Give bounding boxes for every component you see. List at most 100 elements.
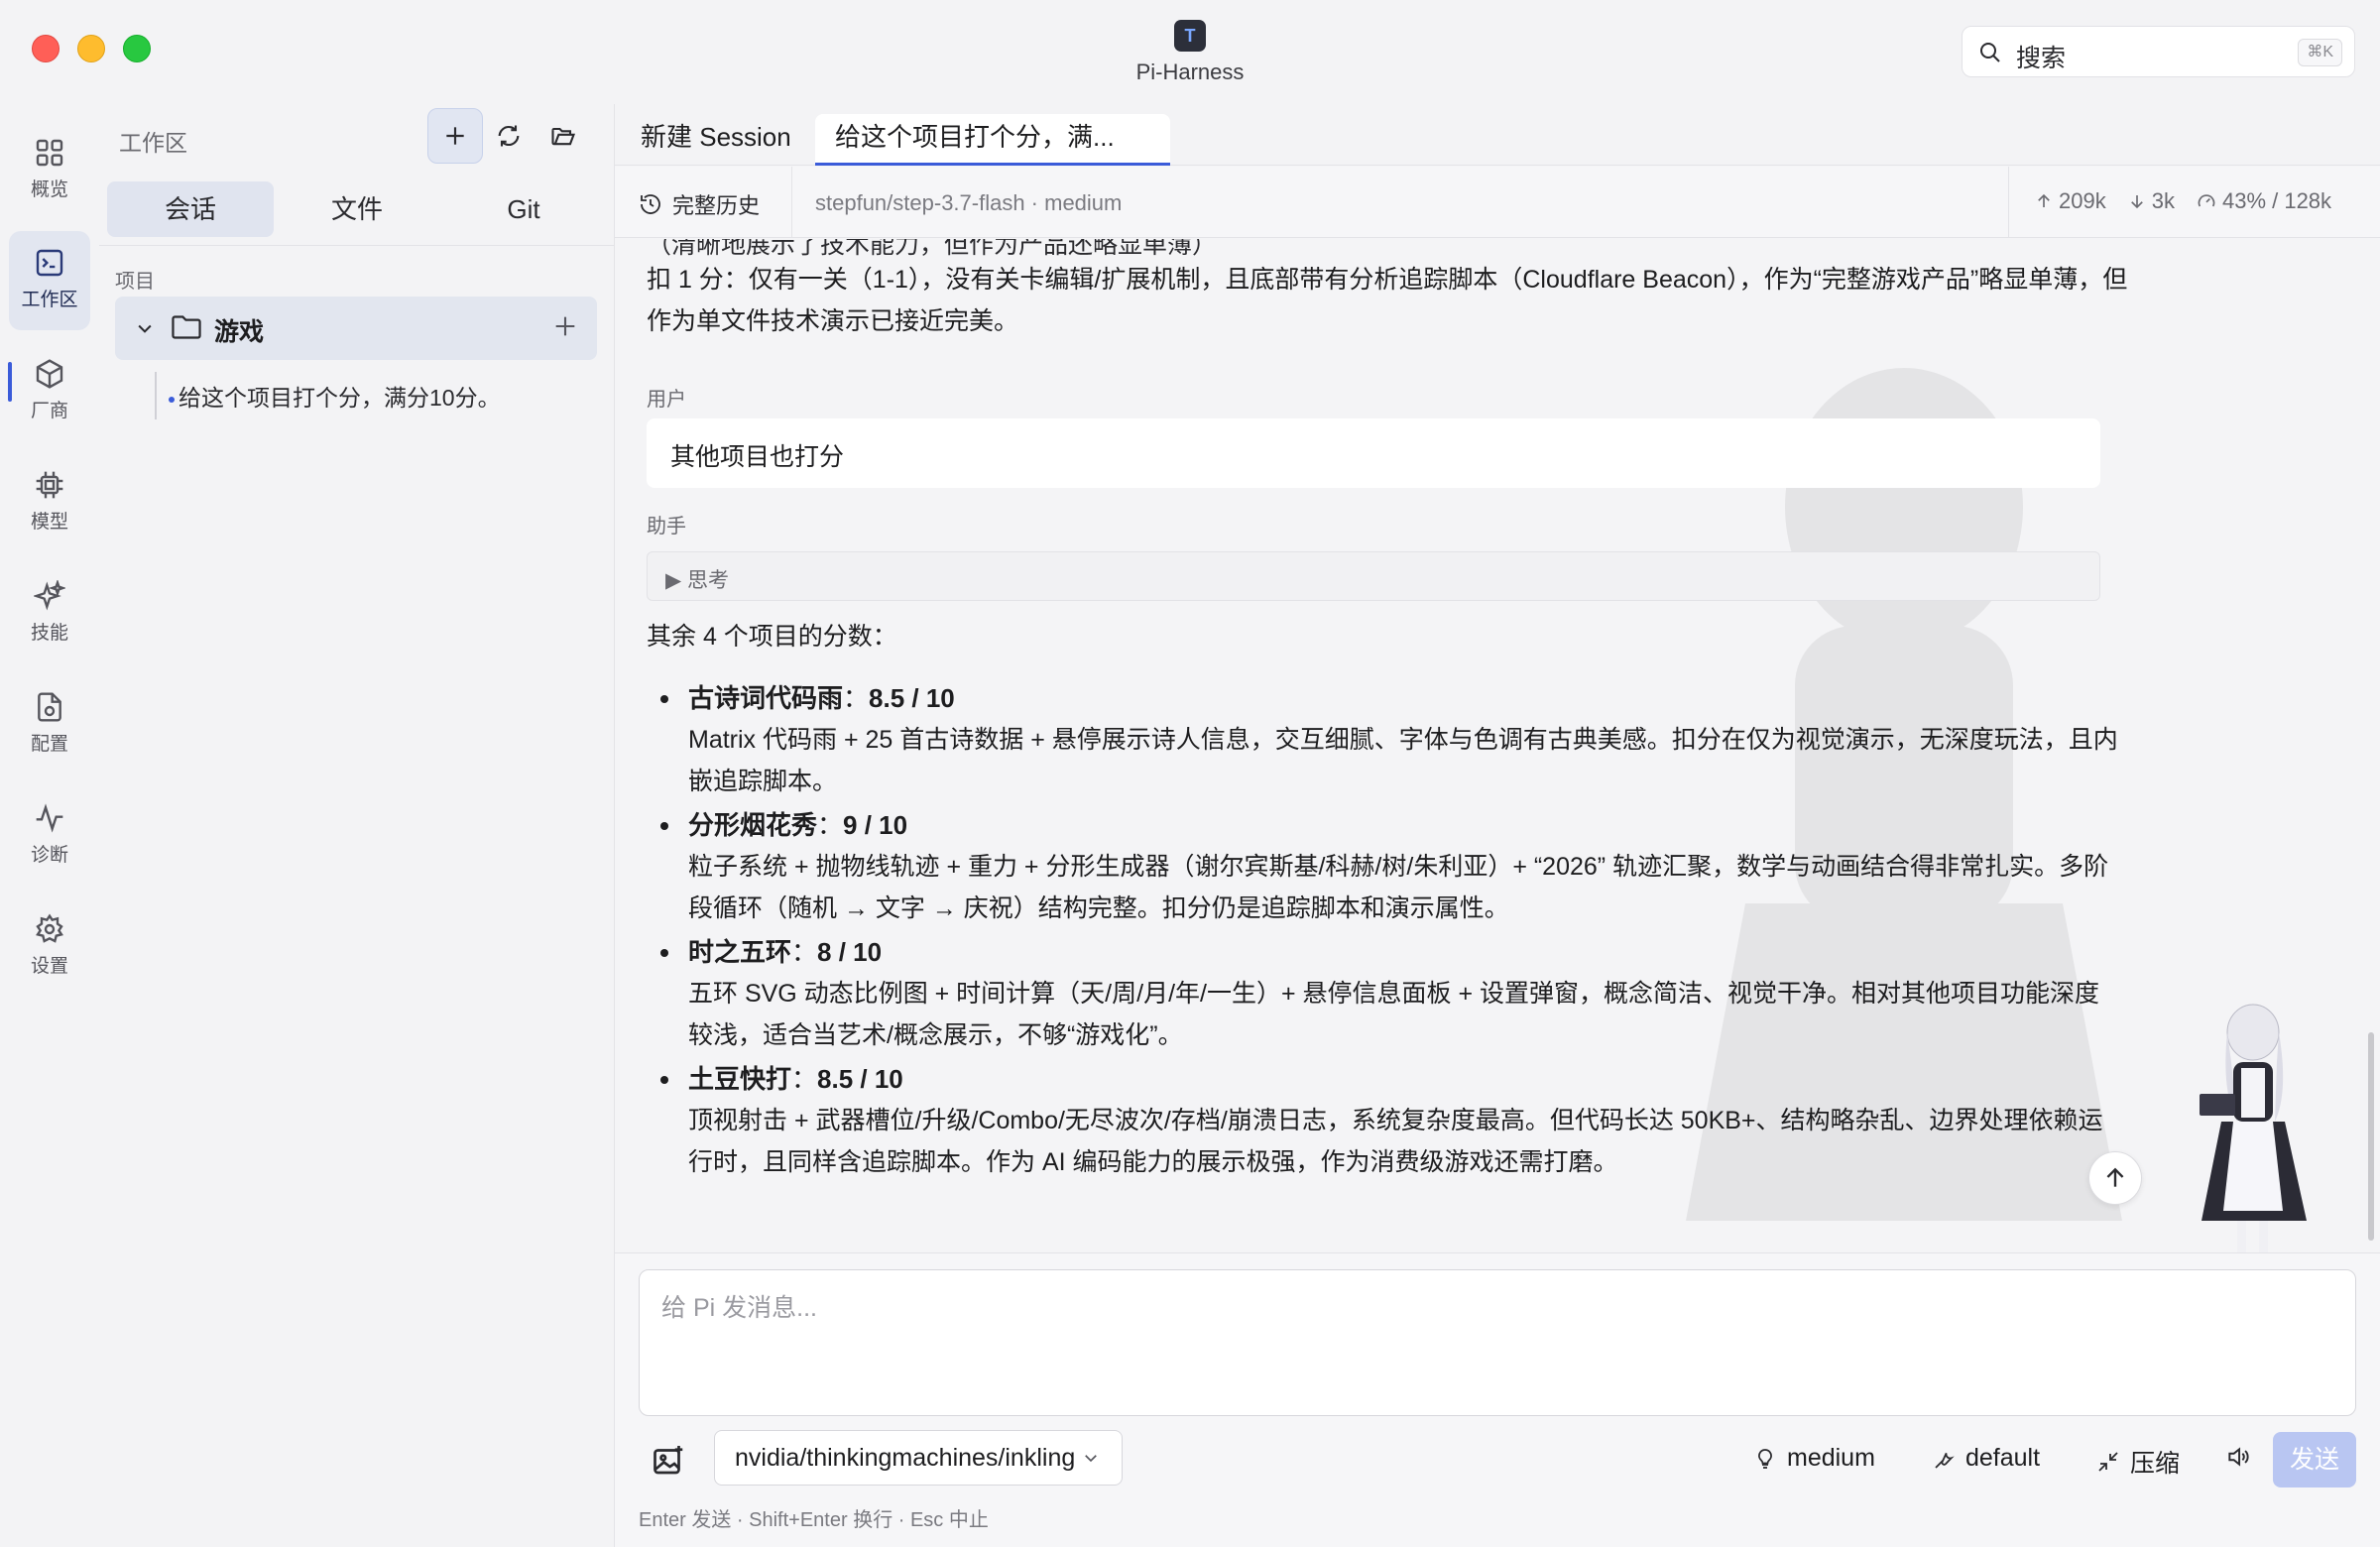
session-model-info: stepfun/step-3.7-flash · medium [815,190,1123,215]
project-row[interactable]: 游戏 [115,297,597,360]
scroll-to-top-button[interactable] [2088,1151,2142,1205]
arrow-up-icon [2106,1167,2124,1187]
project-name: 游戏 [214,318,265,346]
tokens-in: 209k [2035,188,2106,214]
sidebar-title: 工作区 [119,130,187,156]
terminal-icon [36,249,63,277]
project-score-value: 9 / 10 [843,810,908,840]
search-box[interactable]: 搜索 ⌘K [1962,26,2355,77]
workspace-sidebar: 工作区 会话 文件 Git 项目 游戏 给这个项目打个分，满分10分。 [99,104,615,1547]
rail-item-providers[interactable]: 厂商 [9,342,90,441]
thinking-label: ▶ 思考 [665,569,729,592]
new-session-button[interactable] [427,108,483,164]
rail-label: 设置 [30,956,68,977]
project-score-desc: 五环 SVG 动态比例图 + 时间计算（天/周/月/年/一生）+ 悬停信息面板 … [688,980,2100,1049]
user-message-text: 其他项目也打分 [670,443,845,471]
project-score-name: 分形烟花秀 [688,810,818,840]
tools-preset-button[interactable]: default [1932,1444,2040,1473]
bullet [660,949,668,957]
gauge-icon [2198,194,2215,207]
model-select[interactable]: nvidia/thinkingmachines/inkling [714,1430,1123,1486]
app-window: T Pi-Harness 搜索 ⌘K 概览 工作区 厂商 模型 技能 配置 诊断… [0,0,2380,1547]
sound-toggle-button[interactable] [2225,1444,2251,1470]
tab-new-session[interactable]: 新建 Session [641,114,791,166]
rail-label: 诊断 [30,845,68,866]
search-shortcut: ⌘K [2298,39,2342,66]
user-message-bubble: 其他项目也打分 [647,418,2100,488]
main-panel: 新建 Session 给这个项目打个分，满... 完整历史 stepfun/st… [615,104,2380,1547]
send-button[interactable]: 发送 [2273,1432,2356,1488]
list-item: 时之五环：8 / 10 五环 SVG 动态比例图 + 时间计算（天/周/月/年/… [660,931,2118,1056]
section-label-projects: 项目 [115,271,155,293]
pulse-icon [36,803,63,833]
reasoning-effort-button[interactable]: medium [1753,1444,1875,1473]
project-score-desc: 粒子系统 + 抛物线轨迹 + 重力 + 分形生成器（谢尔宾斯基/科赫/树/朱利亚… [688,853,2109,922]
chevron-down-icon[interactable] [135,318,155,338]
rail-item-config[interactable]: 配置 [9,675,90,774]
bullet [660,822,668,830]
rail-item-diagnostics[interactable]: 诊断 [9,786,90,886]
history-icon [641,194,660,214]
assistant-intro-text: 其余 4 个项目的分数： [647,623,897,651]
image-upload-icon[interactable] [651,1443,686,1479]
list-item: 土豆快打：8.5 / 10 顶视射击 + 武器槽位/升级/Combo/无尽波次/… [660,1058,2118,1183]
tokens-in-value: 209k [2059,188,2106,213]
app-logo-icon: T [1174,20,1206,52]
session-tree-line [155,372,157,419]
minimize-arrows-icon [2098,1452,2118,1472]
chevron-down-icon [1085,1455,1097,1463]
chat-transcript[interactable]: （清晰地展示了技术能力，但作为产品还略显单薄） 扣 1 分：仅有一关（1-1），… [615,239,2380,1252]
bullet [660,1076,668,1084]
thinking-collapsible[interactable]: ▶ 思考 [647,551,2100,601]
compress-button[interactable]: 压缩 [2096,1444,2180,1480]
segment-sessions[interactable]: 会话 [107,181,274,237]
project-score-desc: 顶视射击 + 武器槽位/升级/Combo/无尽波次/存档/崩溃日志，系统复杂度最… [688,1107,2103,1176]
tab-active-session[interactable]: 给这个项目打个分，满... [815,114,1170,166]
rail-label: 厂商 [30,401,68,421]
segment-files[interactable]: 文件 [274,181,440,237]
plus-icon [446,127,464,145]
session-toolbar: 完整历史 stepfun/step-3.7-flash · medium 209… [615,167,2380,238]
previous-message-tail: （清晰地展示了技术能力，但作为产品还略显单薄） [647,239,1218,259]
rail-item-overview[interactable]: 概览 [9,121,90,220]
segment-git[interactable]: Git [440,181,607,237]
chip-icon [36,471,63,499]
chat-scrollbar[interactable] [2368,1032,2374,1241]
context-usage-value: 43% / 128k [2221,188,2332,213]
model-select-value: nvidia/thinkingmachines/inkling [735,1444,1076,1472]
session-tabs: 新建 Session 给这个项目打个分，满... [615,104,2380,166]
speaker-icon [2228,1447,2249,1467]
window-minimize-button[interactable] [77,35,105,62]
rail-label: 工作区 [21,290,78,310]
gear-icon [36,913,63,943]
title-bar: T Pi-Harness 搜索 ⌘K [0,0,2380,104]
rail-item-settings[interactable]: 设置 [9,897,90,997]
window-maximize-button[interactable] [123,35,151,62]
refresh-button[interactable] [481,108,536,164]
rail-item-workspace[interactable]: 工作区 [9,231,90,330]
rail-label: 配置 [30,734,68,755]
window-close-button[interactable] [32,35,60,62]
project-score-value: 8.5 / 10 [869,683,955,713]
open-folder-button[interactable] [536,108,591,164]
grid-icon [36,139,63,167]
assistant-deduction-text: 扣 1 分：仅有一关（1-1），没有关卡编辑/扩展机制，且底部带有分析追踪脚本（… [647,266,2128,335]
add-session-icon[interactable] [551,312,579,340]
bullet [660,695,668,703]
session-list-item[interactable]: 给这个项目打个分，满分10分。 [169,379,501,413]
folder-icon [172,315,201,339]
sidebar-divider [99,245,615,246]
session-title: 给这个项目打个分，满分10分。 [178,385,501,411]
keyboard-hint: Enter 发送 · Shift+Enter 换行 · Esc 中止 [639,1509,989,1531]
app-title: Pi-Harness [1135,60,1245,84]
search-icon [1980,43,2000,62]
nav-rail: 概览 工作区 厂商 模型 技能 配置 诊断 设置 [0,104,99,1547]
sidebar-segment-control: 会话 文件 Git [107,181,607,237]
message-input[interactable] [639,1269,2356,1416]
assistant-role-label: 助手 [647,516,686,537]
context-usage: 43% / 128k [2197,188,2331,214]
rail-item-skills[interactable]: 技能 [9,564,90,663]
full-history-button[interactable]: 完整历史 [639,188,760,220]
rail-item-models[interactable]: 模型 [9,453,90,552]
compress-label: 压缩 [2130,1450,2181,1478]
